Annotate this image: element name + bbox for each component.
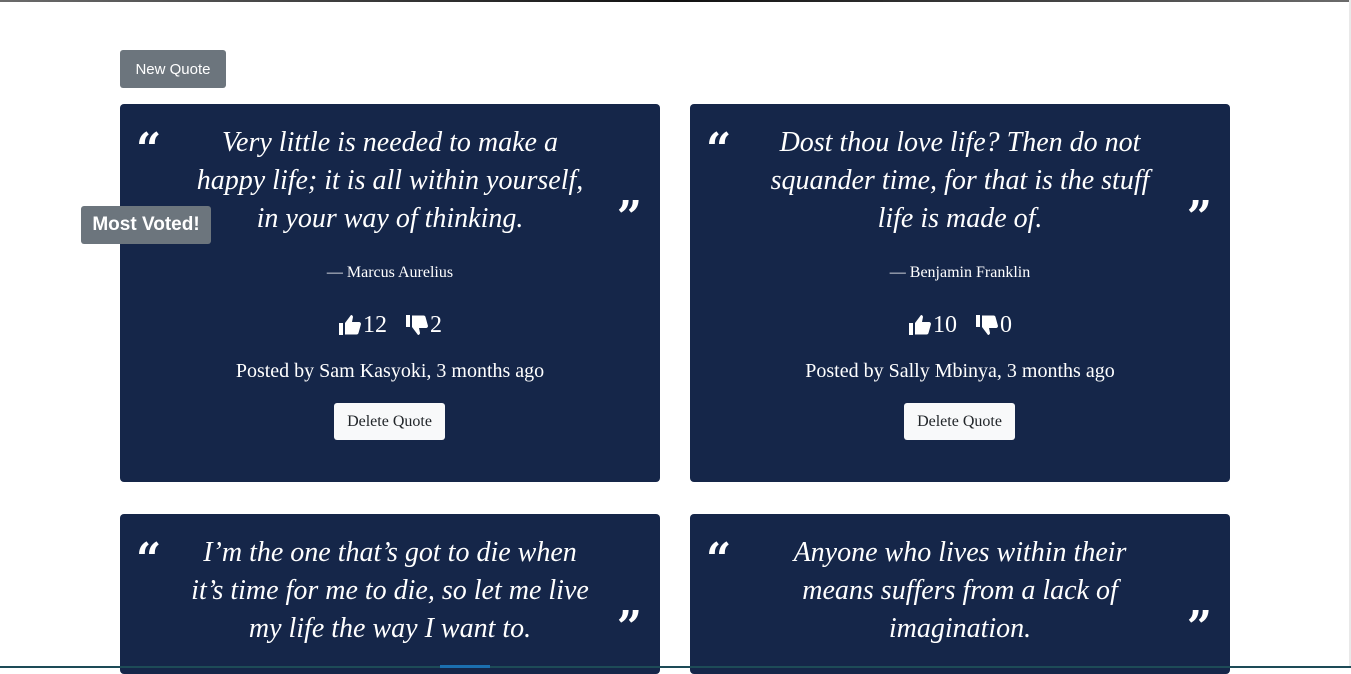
quote-author: — Marcus Aurelius (120, 264, 660, 282)
close-quote-icon: ” (1187, 196, 1212, 240)
upvote-count: 12 (363, 310, 387, 340)
posted-by: Posted by Sally Mbinya, 3 months ago (690, 360, 1230, 383)
posted-by: Posted by Sam Kasyoki, 3 months ago (120, 360, 660, 383)
thumbs-up-icon (908, 313, 932, 337)
thumbs-down-icon (975, 313, 999, 337)
open-quote-icon: “ (706, 128, 731, 172)
thumbs-down-icon (405, 313, 429, 337)
close-quote-icon: ” (617, 606, 642, 650)
quote-card: “ Very little is needed to make a happy … (120, 104, 660, 482)
close-quote-icon: ” (617, 196, 642, 240)
thumbs-up-icon (338, 313, 362, 337)
quote-text: Very little is needed to make a happy li… (190, 124, 590, 238)
delete-quote-button[interactable]: Delete Quote (334, 403, 445, 440)
vote-bar: 10 0 (690, 310, 1230, 345)
open-quote-icon: “ (136, 128, 161, 172)
vote-bar: 12 2 (120, 310, 660, 345)
quote-card: “ Anyone who lives within their means su… (690, 514, 1230, 674)
quote-text: I’m the one that’s got to die when it’s … (190, 534, 590, 648)
downvote-button[interactable]: 2 (405, 310, 442, 340)
quote-text: Dost thou love life? Then do not squande… (760, 124, 1160, 238)
downvote-button[interactable]: 0 (975, 310, 1012, 340)
upvote-button[interactable]: 12 (338, 310, 387, 340)
quote-card: “ Dost thou love life? Then do not squan… (690, 104, 1230, 482)
quote-author: — Benjamin Franklin (690, 264, 1230, 282)
downvote-count: 2 (430, 310, 442, 340)
top-border (0, 0, 1351, 2)
quote-card: “ I’m the one that’s got to die when it’… (120, 514, 660, 674)
open-quote-icon: “ (706, 538, 731, 582)
upvote-count: 10 (933, 310, 957, 340)
new-quote-button[interactable]: New Quote (120, 50, 226, 88)
upvote-button[interactable]: 10 (908, 310, 957, 340)
most-voted-badge: Most Voted! (81, 206, 211, 244)
close-quote-icon: ” (1187, 606, 1212, 650)
downvote-count: 0 (1000, 310, 1012, 340)
open-quote-icon: “ (136, 538, 161, 582)
delete-quote-button[interactable]: Delete Quote (904, 403, 1015, 440)
quote-text: Anyone who lives within their means suff… (760, 534, 1160, 648)
